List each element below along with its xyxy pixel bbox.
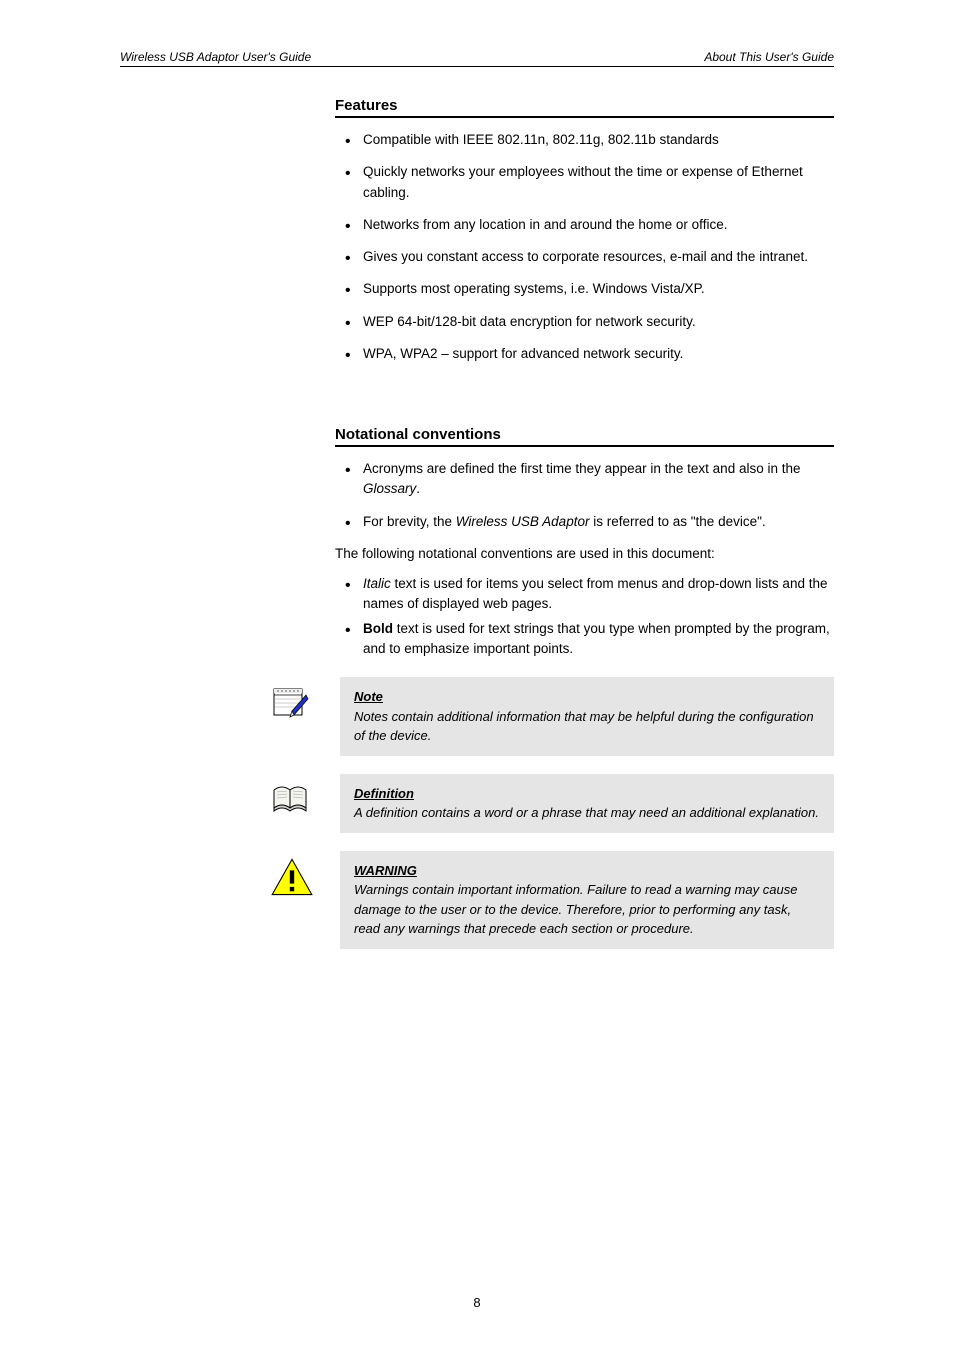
conventions-heading: Notational conventions: [335, 426, 834, 443]
list-item: Gives you constant access to corporate r…: [345, 247, 834, 267]
conventions-list-b: Italic text is used for items you select…: [345, 574, 834, 659]
conventions-rule: [335, 445, 834, 447]
list-item: Bold text is used for text strings that …: [345, 619, 834, 660]
features-heading: Features: [335, 97, 834, 114]
definition-box: Definition A definition contains a word …: [340, 774, 834, 833]
conventions-list-a: Acronyms are defined the first time they…: [345, 459, 834, 532]
features-list: Compatible with IEEE 802.11n, 802.11g, 8…: [345, 130, 834, 364]
note-callout: Note Notes contain additional informatio…: [270, 677, 834, 756]
definition-callout: Definition A definition contains a word …: [270, 774, 834, 833]
list-item: Compatible with IEEE 802.11n, 802.11g, 8…: [345, 130, 834, 150]
notepad-icon: [270, 681, 310, 721]
list-item: Acronyms are defined the first time they…: [345, 459, 834, 500]
features-rule: [335, 116, 834, 118]
header-section: About This User's Guide: [704, 50, 834, 64]
dictionary-icon: [270, 778, 310, 818]
list-item: Networks from any location in and around…: [345, 215, 834, 235]
list-item: Quickly networks your employees without …: [345, 162, 834, 203]
list-item: WPA, WPA2 – support for advanced network…: [345, 344, 834, 364]
conventions-intro: The following notational conventions are…: [335, 544, 834, 564]
list-item: Supports most operating systems, i.e. Wi…: [345, 279, 834, 299]
list-item: WEP 64-bit/128-bit data encryption for n…: [345, 312, 834, 332]
warning-box: WARNING Warnings contain important infor…: [340, 851, 834, 949]
page-number: 8: [0, 1295, 954, 1310]
list-item: For brevity, the Wireless USB Adaptor is…: [345, 512, 834, 532]
header-product: Wireless USB Adaptor User's Guide: [120, 50, 311, 64]
note-box: Note Notes contain additional informatio…: [340, 677, 834, 756]
warning-callout: WARNING Warnings contain important infor…: [270, 851, 834, 949]
warning-icon: [270, 855, 310, 895]
list-item: Italic text is used for items you select…: [345, 574, 834, 615]
